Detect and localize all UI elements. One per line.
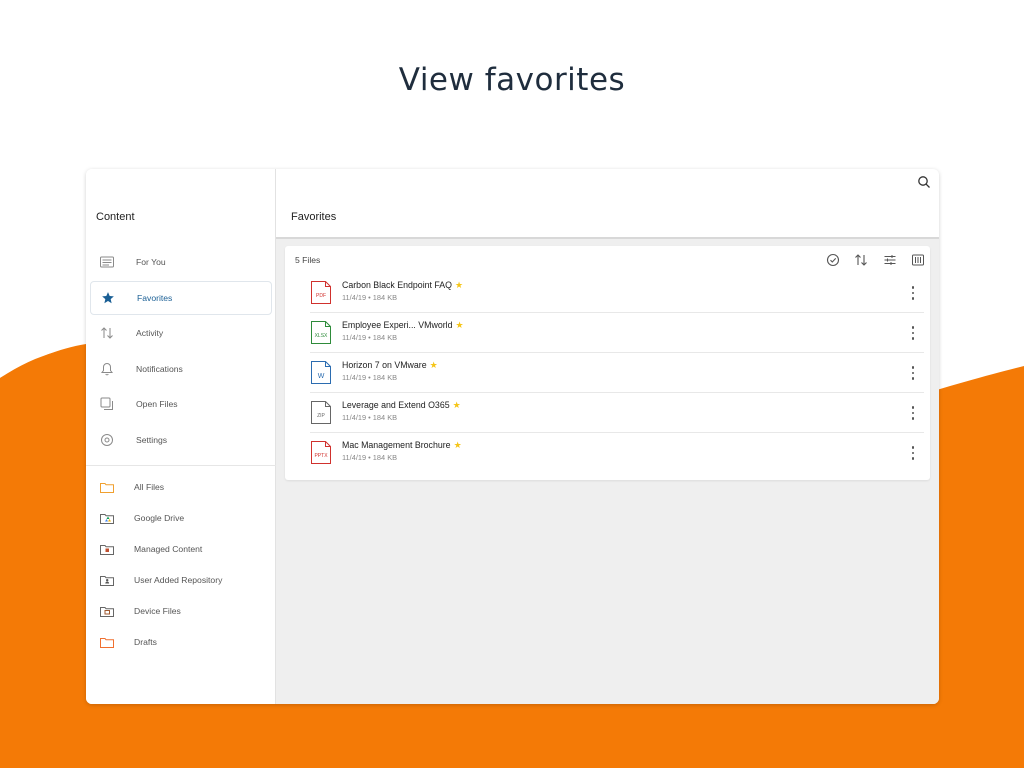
sidebar-item-favorites[interactable]: Favorites (90, 280, 272, 315)
user-repo-folder-icon (100, 574, 114, 586)
list-toolbar (812, 252, 926, 268)
device-folder-icon (100, 605, 114, 617)
sidebar-item-label: Favorites (137, 292, 173, 303)
sidebar-item-for-you[interactable]: For You (90, 245, 272, 279)
file-count: 5 Files (295, 255, 321, 265)
sidebar-item-label: Notifications (136, 363, 183, 374)
sidebar-item-notifications[interactable]: Notifications (90, 352, 272, 386)
sidebar-item-label: Activity (136, 328, 164, 339)
more-options-icon[interactable] (910, 326, 916, 340)
xlsx-file-icon: XLSX (311, 321, 331, 344)
repo-item-label: Managed Content (134, 544, 203, 555)
sidebar-item-label: For You (136, 257, 166, 267)
file-type-label: PPTX (314, 453, 328, 459)
sidebar-item-drafts[interactable]: Drafts (86, 627, 276, 658)
headline: View favorites (398, 62, 626, 98)
zip-file-icon: ZIP (311, 401, 331, 424)
word-file-icon: W (311, 361, 331, 384)
sidebar-item-label: Settings (136, 434, 168, 445)
main-panel: Favorites 5 Files PDF Carbon Black Endpo… (276, 169, 939, 704)
repo-item-label: All Files (134, 482, 165, 493)
file-row[interactable]: W Horizon 7 on VMware ★ 11/4/19 • 184 KB (310, 353, 924, 393)
favorite-star-icon[interactable]: ★ (430, 360, 438, 370)
sidebar-nav: For You Favorites Activity Notifications (86, 245, 276, 658)
sidebar-item-all-files[interactable]: All Files (86, 472, 276, 503)
sidebar-item-open-files[interactable]: Open Files (90, 387, 272, 421)
favorite-star-icon[interactable]: ★ (453, 400, 461, 410)
more-options-icon[interactable] (910, 406, 916, 420)
sidebar: Content For You Favorites Activity Notif… (86, 169, 276, 704)
more-options-icon[interactable] (910, 446, 916, 460)
favorite-star-icon[interactable]: ★ (455, 280, 463, 290)
file-type-label: W (318, 373, 325, 380)
drafts-folder-icon (100, 636, 114, 648)
managed-folder-icon (100, 543, 114, 555)
open-files-icon (100, 397, 114, 411)
activity-icon (100, 326, 114, 340)
app-window: Content For You Favorites Activity Notif… (86, 169, 939, 704)
settings-icon (100, 433, 114, 447)
google-drive-folder-icon (100, 512, 114, 524)
file-row[interactable]: PDF Carbon Black Endpoint FAQ ★ 11/4/19 •… (310, 273, 924, 313)
file-list: PDF Carbon Black Endpoint FAQ ★ 11/4/19 •… (285, 273, 930, 473)
more-options-icon[interactable] (910, 366, 916, 380)
sidebar-item-user-added-repository[interactable]: User Added Repository (86, 565, 276, 596)
sidebar-item-label: Open Files (136, 399, 178, 410)
file-name: Mac Management Brochure (342, 440, 451, 450)
sidebar-item-device-files[interactable]: Device Files (86, 596, 276, 627)
repo-item-label: Drafts (134, 637, 157, 648)
file-name: Carbon Black Endpoint FAQ (342, 280, 453, 290)
repo-item-label: Google Drive (134, 513, 185, 524)
file-type-label: XLSX (315, 333, 328, 339)
pdf-file-icon: PDF (311, 281, 331, 304)
select-check-icon[interactable] (825, 252, 841, 268)
grid-view-icon[interactable] (910, 252, 926, 268)
file-name: Horizon 7 on VMware (342, 360, 427, 370)
files-card: 5 Files PDF Carbon Black Endpoint FAQ ★ … (285, 246, 930, 480)
file-type-label: PDF (316, 293, 326, 299)
for-you-icon (100, 255, 114, 269)
page-title: Favorites (291, 211, 337, 223)
bell-icon (100, 362, 114, 376)
file-row[interactable]: PPTX Mac Management Brochure ★ 11/4/19 • … (310, 433, 924, 473)
favorite-star-icon[interactable]: ★ (456, 320, 464, 330)
sidebar-item-google-drive[interactable]: Google Drive (86, 503, 276, 534)
sidebar-divider (86, 464, 276, 466)
pptx-file-icon: PPTX (311, 441, 331, 464)
more-options-icon[interactable] (910, 286, 916, 300)
file-meta: 11/4/19 • 184 KB (342, 293, 398, 302)
folder-icon (100, 481, 114, 493)
file-row[interactable]: XLSX Employee Experi... VMworld ★ 11/4/19… (310, 313, 924, 353)
file-name: Employee Experi... VMworld (342, 320, 453, 330)
file-type-label: ZIP (317, 413, 325, 419)
repo-item-label: User Added Repository (134, 575, 223, 586)
sidebar-title: Content (96, 211, 135, 223)
favorite-star-icon[interactable]: ★ (454, 440, 462, 450)
file-meta: 11/4/19 • 184 KB (342, 453, 398, 462)
star-icon (101, 291, 115, 305)
file-name: Leverage and Extend O365 (342, 400, 450, 410)
file-row[interactable]: ZIP Leverage and Extend O365 ★ 11/4/19 • … (310, 393, 924, 433)
search-icon[interactable] (917, 175, 931, 189)
sidebar-item-activity[interactable]: Activity (90, 316, 272, 350)
file-meta: 11/4/19 • 184 KB (342, 413, 398, 422)
filter-icon[interactable] (882, 252, 898, 268)
sort-icon[interactable] (853, 252, 869, 268)
sidebar-item-settings[interactable]: Settings (90, 423, 272, 457)
sidebar-item-managed-content[interactable]: Managed Content (86, 534, 276, 565)
file-meta: 11/4/19 • 184 KB (342, 373, 398, 382)
file-meta: 11/4/19 • 184 KB (342, 333, 398, 342)
repo-item-label: Device Files (134, 606, 181, 617)
top-bar: Favorites (276, 169, 939, 239)
